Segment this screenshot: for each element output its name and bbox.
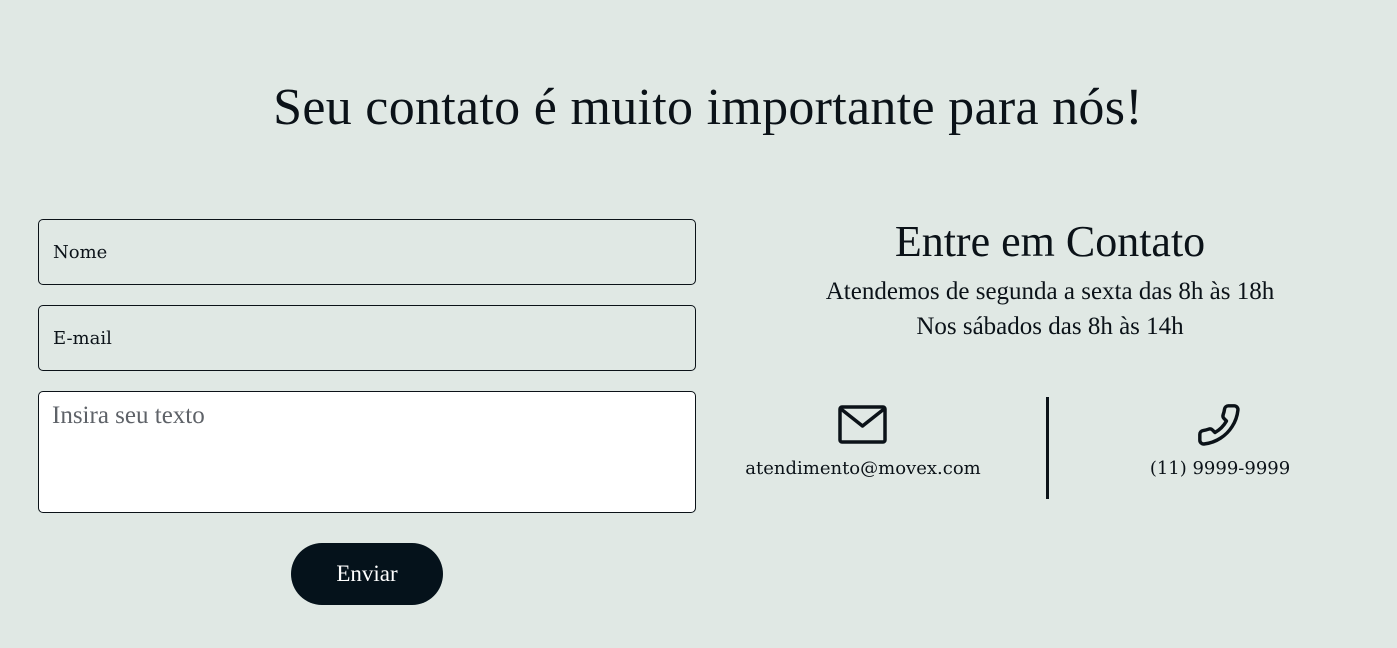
hours-saturday: Nos sábados das 8h às 14h [916, 313, 1184, 340]
message-field[interactable] [38, 391, 696, 513]
contact-heading: Entre em Contato [894, 217, 1206, 266]
mail-icon [838, 405, 887, 444]
page-title: Seu contato é muito importante para nós! [273, 79, 1143, 136]
phone-icon [1198, 404, 1240, 446]
email-address: atendimento@movex.com [745, 458, 981, 479]
name-field[interactable] [38, 219, 696, 285]
hours-weekday: Atendemos de segunda a sexta das 8h às 1… [825, 278, 1275, 305]
divider [1046, 397, 1049, 499]
email-field[interactable] [38, 305, 696, 371]
send-button[interactable]: Enviar [291, 543, 443, 605]
phone-number: (11) 9999-9999 [1149, 458, 1291, 479]
